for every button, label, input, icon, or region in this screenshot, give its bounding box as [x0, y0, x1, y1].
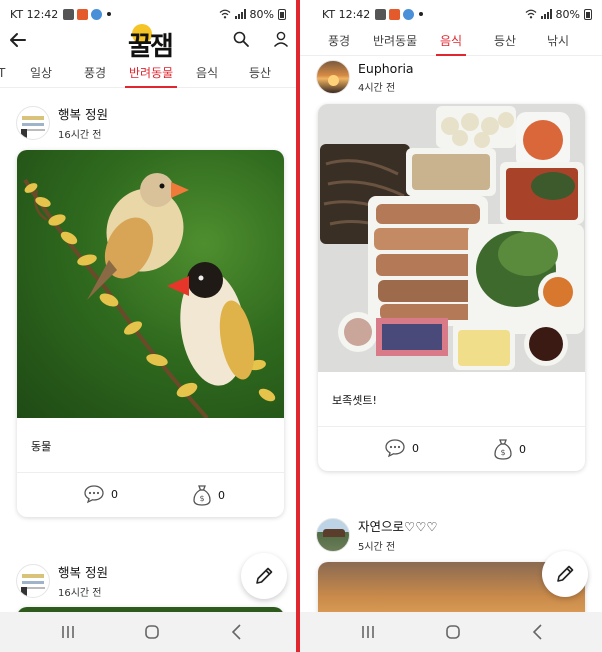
tab-food[interactable]: 음식: [196, 58, 218, 88]
system-status-icons: 80%: [525, 8, 592, 21]
wifi-icon: [219, 9, 230, 19]
card-separator: [17, 472, 284, 473]
finches-illustration: [23, 173, 276, 418]
donation-count: 0: [218, 488, 225, 502]
author-name[interactable]: 행복 정원: [58, 562, 108, 581]
money-bag-icon: $: [494, 439, 512, 460]
home-button[interactable]: [141, 622, 163, 642]
author-name[interactable]: Euphoria: [358, 61, 414, 76]
screen-divider: [296, 0, 300, 652]
category-tabs: T 일상 풍경 반려동물 음식 등산: [0, 58, 296, 88]
status-clock: KT 12:42: [10, 7, 59, 21]
app-logo[interactable]: 꿀잼: [128, 24, 176, 62]
donation-count: 0: [519, 442, 526, 456]
write-post-button[interactable]: [542, 551, 588, 597]
tab-scenery[interactable]: 풍경: [328, 26, 350, 56]
avatar[interactable]: [316, 60, 350, 94]
post-author[interactable]: 행복 정원 16시간 전: [16, 562, 108, 599]
post-image[interactable]: [318, 104, 585, 372]
status-clock: KT 12:42: [322, 7, 371, 21]
app-notification-icon: [77, 8, 89, 20]
author-name[interactable]: 자연으로♡♡♡: [358, 516, 438, 535]
nav-back-button[interactable]: [527, 622, 549, 642]
post-time: 16시간 전: [58, 130, 102, 141]
tab-fishing[interactable]: 낚시: [547, 26, 569, 56]
donation-button[interactable]: $ 0: [493, 438, 526, 460]
card-separator: [318, 426, 585, 427]
app-bar: 꿀잼: [0, 24, 296, 62]
post-author[interactable]: 자연으로♡♡♡ 5시간 전: [316, 516, 438, 553]
tab-t[interactable]: T: [0, 58, 5, 88]
pencil-icon: [557, 565, 574, 582]
tab-hiking[interactable]: 등산: [494, 26, 516, 56]
battery-icon: [584, 8, 592, 20]
recents-button[interactable]: [357, 622, 379, 642]
tab-food[interactable]: 음식: [435, 26, 467, 56]
tab-daily[interactable]: 일상: [30, 58, 52, 88]
post-time: 16시간 전: [58, 588, 102, 599]
notification-icons: [63, 8, 112, 20]
author-name[interactable]: 행복 정원: [58, 104, 108, 123]
svg-text:$: $: [199, 494, 204, 503]
profile-button[interactable]: [272, 30, 290, 48]
signal-icon: [540, 9, 552, 19]
avatar[interactable]: [16, 105, 50, 140]
avatar[interactable]: [16, 563, 50, 598]
svg-text:$: $: [500, 448, 505, 457]
tab-scenery[interactable]: 풍경: [84, 58, 106, 88]
gallery-notification-icon: [63, 8, 75, 20]
notification-icons: [375, 8, 424, 20]
post-caption: 동물: [31, 440, 52, 453]
post-time: 4시간 전: [358, 82, 396, 94]
system-nav-bar: [300, 612, 602, 652]
search-button[interactable]: [232, 30, 250, 48]
nav-back-button[interactable]: [226, 622, 248, 642]
back-button[interactable]: [6, 28, 30, 52]
comment-bubble-icon: [385, 439, 405, 458]
more-notifications-icon: [107, 12, 112, 16]
tab-hiking[interactable]: 등산: [249, 58, 271, 88]
finch-lower: [167, 262, 255, 386]
app-notification-icon: [91, 8, 103, 20]
post-caption: 보족셋트!: [332, 394, 377, 407]
comment-count: 0: [412, 441, 419, 455]
comment-count: 0: [111, 487, 118, 501]
right-screen: KT 12:42 80% 풍경 반려동물 음식 등산 낚시 Euphoria 4…: [300, 0, 602, 652]
comment-bubble-icon: [84, 485, 104, 504]
donation-button[interactable]: $ 0: [192, 484, 225, 506]
post-image[interactable]: [17, 150, 284, 418]
comment-button[interactable]: 0: [384, 438, 419, 458]
bossam-platter-illustration: [318, 104, 585, 372]
post-author[interactable]: 행복 정원 16시간 전: [16, 104, 108, 141]
recents-button[interactable]: [57, 622, 79, 642]
more-notifications-icon: [419, 12, 424, 16]
pencil-icon: [256, 567, 273, 584]
write-post-button[interactable]: [241, 553, 287, 599]
battery-icon: [278, 8, 286, 20]
comment-button[interactable]: 0: [83, 484, 118, 504]
post-card[interactable]: 보족셋트! 0 $ 0: [318, 104, 585, 471]
post-time: 5시간 전: [358, 542, 396, 553]
gallery-notification-icon: [375, 8, 387, 20]
app-notification-icon: [403, 8, 415, 20]
app-notification-icon: [389, 8, 401, 20]
system-status-icons: 80%: [219, 8, 286, 21]
tab-pets[interactable]: 반려동물: [373, 26, 417, 56]
left-screen: KT 12:42 80% 꿀잼 T 일상 풍경 반려동물 음식 등산 행복 정원…: [0, 0, 296, 652]
battery-percent: 80%: [249, 7, 274, 21]
tab-pets[interactable]: 반려동물: [124, 58, 178, 88]
post-card[interactable]: 동물 0 $ 0: [17, 150, 284, 517]
money-bag-icon: $: [193, 485, 211, 506]
status-bar: KT 12:42 80%: [300, 0, 602, 28]
post-author[interactable]: Euphoria 4시간 전: [316, 60, 414, 94]
category-tabs: 풍경 반려동물 음식 등산 낚시: [300, 26, 602, 56]
home-button[interactable]: [442, 622, 464, 642]
battery-percent: 80%: [555, 7, 580, 21]
signal-icon: [234, 9, 246, 19]
system-nav-bar: [0, 612, 296, 652]
avatar[interactable]: [316, 517, 350, 552]
wifi-icon: [525, 9, 536, 19]
